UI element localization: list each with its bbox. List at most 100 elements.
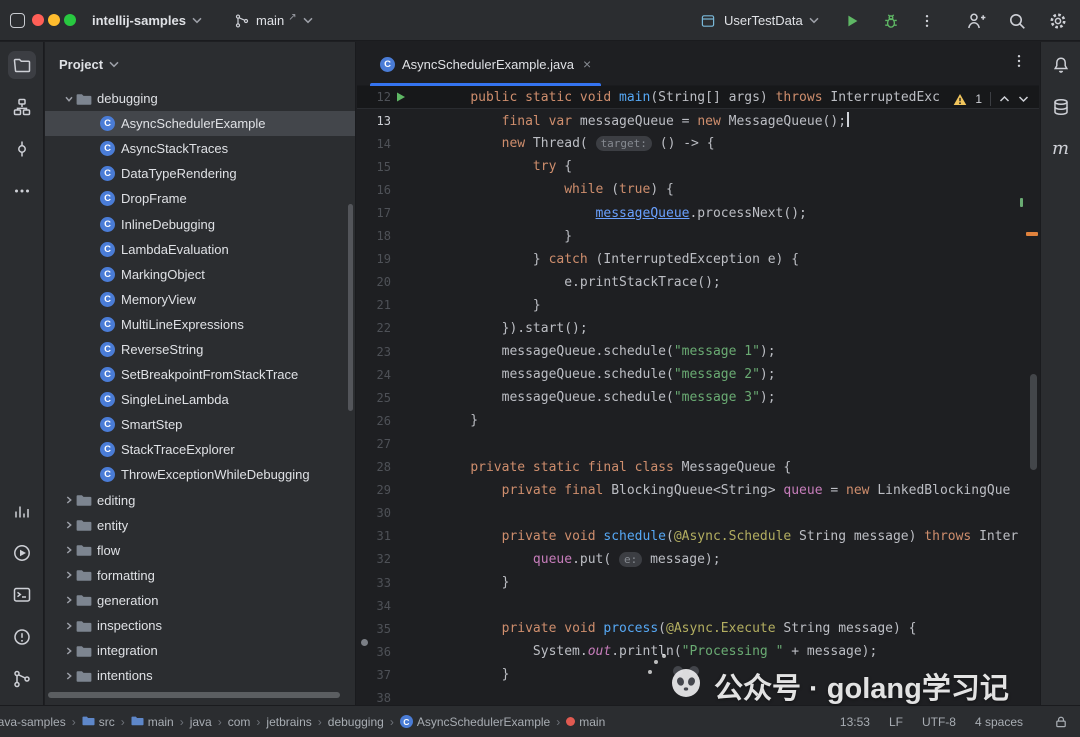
code-line[interactable]: 21 } (357, 294, 1039, 317)
code-line[interactable]: 34 (357, 594, 1039, 617)
editor-tab[interactable]: C AsyncSchedulerExample.java × (370, 42, 601, 86)
vcs-stripe-mark[interactable] (1020, 198, 1024, 207)
project-horizontal-scrollbar[interactable] (48, 692, 340, 698)
run-config-name[interactable]: UserTestData (724, 13, 803, 28)
line-number[interactable]: 34 (369, 599, 391, 613)
code-line[interactable]: 24 messageQueue.schedule("message 2"); (357, 363, 1039, 386)
line-number[interactable]: 35 (369, 622, 391, 636)
code-line[interactable]: 30 (357, 502, 1039, 525)
line-number[interactable]: 38 (369, 691, 391, 705)
line-number[interactable]: 33 (369, 576, 391, 590)
code-line[interactable]: 15 try { (357, 155, 1039, 178)
line-number[interactable]: 19 (369, 252, 391, 266)
code-line[interactable]: 31 private void schedule(@Async.Schedule… (357, 525, 1039, 548)
line-number[interactable]: 26 (369, 414, 391, 428)
line-number[interactable]: 31 (369, 529, 391, 543)
breadcrumb-item[interactable]: java-samples (0, 715, 68, 729)
breadcrumb-item[interactable]: debugging (326, 715, 386, 729)
commit-icon[interactable] (8, 135, 36, 163)
gear-icon[interactable] (1048, 11, 1068, 31)
code-line[interactable]: 16 while (true) { (357, 178, 1039, 201)
minimize-window-button[interactable] (48, 14, 60, 26)
breadcrumb-item[interactable]: main (564, 715, 607, 729)
chevron-right-icon[interactable] (62, 495, 76, 505)
breadcrumb-item[interactable]: src (80, 714, 117, 730)
profiler-icon[interactable] (8, 497, 36, 525)
code-line[interactable]: 32 queue.put( e: message); (357, 548, 1039, 571)
maven-icon[interactable]: m (1047, 135, 1075, 163)
project-selector[interactable]: intellij-samples (92, 0, 202, 41)
indent-style[interactable]: 4 spaces (975, 715, 1023, 729)
tree-item-SingleLineLambda[interactable]: CSingleLineLambda (45, 387, 355, 412)
tree-item-DropFrame[interactable]: CDropFrame (45, 186, 355, 211)
terminal-icon[interactable] (8, 581, 36, 609)
tree-item-generation[interactable]: generation (45, 588, 355, 613)
project-folder-icon[interactable] (8, 51, 36, 79)
project-vertical-scrollbar[interactable] (348, 204, 353, 411)
line-number[interactable]: 36 (369, 645, 391, 659)
code-line[interactable]: 35 private void process(@Async.Execute S… (357, 617, 1039, 640)
tree-item-AsyncStackTraces[interactable]: CAsyncStackTraces (45, 136, 355, 161)
line-number[interactable]: 21 (369, 298, 391, 312)
warning-stripe-mark[interactable] (1026, 232, 1038, 236)
line-number[interactable]: 16 (369, 183, 391, 197)
chevron-right-icon[interactable] (62, 621, 76, 631)
code-line[interactable]: 25 messageQueue.schedule("message 3"); (357, 386, 1039, 409)
chevron-right-icon[interactable] (62, 545, 76, 555)
line-number[interactable]: 17 (369, 206, 391, 220)
chevron-down-icon[interactable] (809, 17, 819, 24)
line-number[interactable]: 37 (369, 668, 391, 682)
code-line[interactable]: 19 } catch (InterruptedException e) { (357, 248, 1039, 271)
code-line[interactable]: 27 (357, 432, 1039, 455)
tree-item-flow[interactable]: flow (45, 538, 355, 563)
zoom-window-button[interactable] (64, 14, 76, 26)
tree-item-DataTypeRendering[interactable]: CDataTypeRendering (45, 161, 355, 186)
run-button[interactable] (843, 12, 861, 30)
tree-item-inspections[interactable]: inspections (45, 613, 355, 638)
project-panel-header[interactable]: Project (45, 42, 355, 86)
debug-button[interactable] (882, 12, 900, 30)
code-line[interactable]: 12 public static void main(String[] args… (357, 86, 1039, 109)
line-number[interactable]: 13 (369, 114, 391, 128)
breadcrumb-item[interactable]: java (188, 715, 214, 729)
inspections-widget[interactable]: 1 (953, 89, 1029, 109)
code-line[interactable]: 18 } (357, 225, 1039, 248)
tree-item-MarkingObject[interactable]: CMarkingObject (45, 262, 355, 287)
tree-item-SmartStep[interactable]: CSmartStep (45, 412, 355, 437)
line-number[interactable]: 12 (369, 90, 391, 104)
chevron-right-icon[interactable] (62, 595, 76, 605)
tree-item-editing[interactable]: editing (45, 488, 355, 513)
code-line[interactable]: 37 } (357, 663, 1039, 686)
code-line[interactable]: 23 messageQueue.schedule("message 1"); (357, 340, 1039, 363)
code-lines[interactable]: 12 public static void main(String[] args… (357, 86, 1039, 705)
chevron-down-icon[interactable] (62, 94, 76, 104)
caret-position[interactable]: 13:53 (840, 715, 870, 729)
tree-item-debugging[interactable]: debugging (45, 86, 355, 111)
breadcrumb-item[interactable]: jetbrains (264, 715, 313, 729)
chevron-right-icon[interactable] (62, 520, 76, 530)
close-tab-icon[interactable]: × (583, 56, 591, 72)
tree-item-ReverseString[interactable]: CReverseString (45, 337, 355, 362)
code-line[interactable]: 38 (357, 686, 1039, 705)
more-icon[interactable] (8, 177, 36, 205)
tree-item-ThrowExceptionWhileDebugging[interactable]: CThrowExceptionWhileDebugging (45, 462, 355, 487)
close-window-button[interactable] (32, 14, 44, 26)
code-line[interactable]: 13 final var messageQueue = new MessageQ… (357, 109, 1039, 132)
line-number[interactable]: 14 (369, 137, 391, 151)
file-encoding[interactable]: UTF-8 (922, 715, 956, 729)
tree-item-AsyncSchedulerExample[interactable]: CAsyncSchedulerExample (45, 111, 355, 136)
git-icon[interactable] (8, 665, 36, 693)
structure-icon[interactable] (8, 93, 36, 121)
database-icon[interactable] (1047, 93, 1075, 121)
code-line[interactable]: 20 e.printStackTrace(); (357, 271, 1039, 294)
next-problem-icon[interactable] (1018, 95, 1029, 103)
code-line[interactable]: 14 new Thread( target: () -> { (357, 132, 1039, 155)
line-number[interactable]: 28 (369, 460, 391, 474)
chevron-right-icon[interactable] (62, 646, 76, 656)
code-line[interactable]: 26 } (357, 409, 1039, 432)
code-with-me-icon[interactable] (966, 11, 986, 31)
code-line[interactable]: 29 private final BlockingQueue<String> q… (357, 479, 1039, 502)
line-number[interactable]: 15 (369, 160, 391, 174)
tree-item-integration[interactable]: integration (45, 638, 355, 663)
run-icon[interactable] (8, 539, 36, 567)
